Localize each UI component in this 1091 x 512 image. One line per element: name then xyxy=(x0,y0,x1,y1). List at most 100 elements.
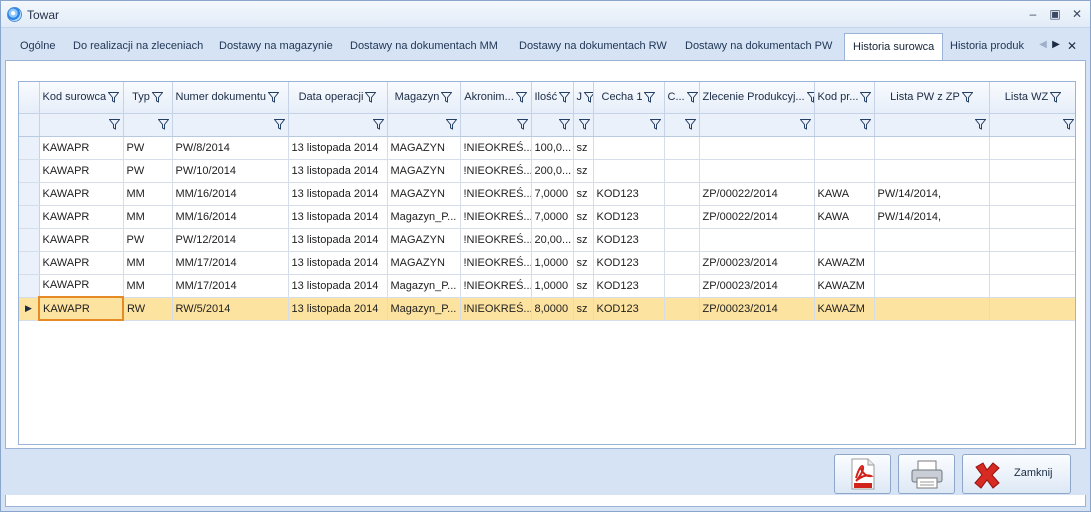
table-row[interactable]: ▶ KAWAPR RW RW/5/2014 13 listopada 2014 Magaz… xyxy=(19,296,1075,321)
cell-lista-wz[interactable] xyxy=(989,136,1075,160)
cell-j[interactable]: sz xyxy=(573,251,594,275)
cell-kod-surowca[interactable]: KAWAPR xyxy=(38,296,124,321)
cell-zlecenie-produkcyj[interactable]: ZP/00023/2014 xyxy=(699,274,815,298)
cell-lista-wz[interactable] xyxy=(989,228,1075,252)
cell-cecha-1[interactable]: KOD123 xyxy=(593,205,665,229)
tab-ogolne[interactable]: Ogólne xyxy=(12,35,63,61)
column-header-lista-wz[interactable]: Lista WZ xyxy=(989,82,1075,114)
cell-kod-surowca[interactable]: KAWAPR xyxy=(39,136,124,160)
filter-funnel-icon[interactable] xyxy=(108,119,120,130)
row-indicator[interactable] xyxy=(19,159,40,183)
filter-cell[interactable] xyxy=(989,113,1075,137)
cell-typ[interactable]: PW xyxy=(123,228,173,252)
filter-funnel-icon[interactable] xyxy=(686,91,698,103)
filter-funnel-icon[interactable] xyxy=(515,91,527,103)
table-row[interactable]: KAWAPR MM MM/16/2014 13 listopada 2014 MAGAZ… xyxy=(19,182,1075,206)
tab-scroll-right-icon[interactable]: ▶ xyxy=(1049,39,1063,50)
cell-lista-pw-z-zp[interactable] xyxy=(874,159,990,183)
column-header-j[interactable]: J xyxy=(573,82,594,114)
cell-zlecenie-produkcyj[interactable]: ZP/00023/2014 xyxy=(699,251,815,275)
cell-lista-wz[interactable] xyxy=(989,159,1075,183)
cell-j[interactable]: sz xyxy=(573,205,594,229)
cell-lista-pw-z-zp[interactable] xyxy=(874,274,990,298)
filter-cell[interactable] xyxy=(699,113,815,137)
filter-funnel-icon[interactable] xyxy=(273,119,285,130)
row-indicator[interactable] xyxy=(19,182,40,206)
filter-funnel-icon[interactable] xyxy=(372,119,384,130)
cell-kod-pr[interactable] xyxy=(814,228,875,252)
filter-cell[interactable] xyxy=(387,113,461,137)
column-header-lista-pw-z-zp[interactable]: Lista PW z ZP xyxy=(874,82,990,114)
cell-magazyn[interactable]: MAGAZYN xyxy=(387,251,461,275)
tab-do-realizacji[interactable]: Do realizacji na zleceniach xyxy=(65,35,211,61)
cell-c[interactable] xyxy=(664,274,700,298)
cell-numer-dokumentu[interactable]: MM/16/2014 xyxy=(172,205,289,229)
table-row[interactable]: KAWAPR PW PW/12/2014 13 listopada 2014 MAGAZ… xyxy=(19,228,1075,252)
row-indicator[interactable] xyxy=(19,251,40,275)
cell-akronim[interactable]: !NIEOKREŚ... xyxy=(460,182,532,206)
filter-funnel-icon[interactable] xyxy=(445,119,457,130)
cell-lista-pw-z-zp[interactable] xyxy=(874,251,990,275)
cell-data-operacji[interactable]: 13 listopada 2014 xyxy=(288,297,388,321)
cell-zlecenie-produkcyj[interactable]: ZP/00023/2014 xyxy=(699,297,815,321)
cell-zlecenie-produkcyj[interactable]: ZP/00022/2014 xyxy=(699,205,815,229)
cell-ilosc[interactable]: 7,0000 xyxy=(531,182,574,206)
cell-typ[interactable]: RW xyxy=(123,297,173,321)
cell-typ[interactable]: MM xyxy=(123,274,173,298)
history-grid[interactable]: Kod surowca Typ Numer dokumentu Data operac… xyxy=(18,81,1076,445)
filter-funnel-icon[interactable] xyxy=(516,119,528,130)
filter-funnel-icon[interactable] xyxy=(558,119,570,130)
cell-j[interactable]: sz xyxy=(573,297,594,321)
cell-magazyn[interactable]: Magazyn_P... xyxy=(387,274,461,298)
cell-numer-dokumentu[interactable]: PW/8/2014 xyxy=(172,136,289,160)
tab-close-icon[interactable]: ✕ xyxy=(1065,39,1079,53)
cell-data-operacji[interactable]: 13 listopada 2014 xyxy=(288,182,388,206)
filter-cell[interactable] xyxy=(874,113,990,137)
filter-funnel-icon[interactable] xyxy=(559,91,571,103)
cell-numer-dokumentu[interactable]: PW/12/2014 xyxy=(172,228,289,252)
cell-akronim[interactable]: !NIEOKREŚ... xyxy=(460,159,532,183)
filter-funnel-icon[interactable] xyxy=(684,119,696,130)
cell-lista-wz[interactable] xyxy=(989,205,1075,229)
cell-ilosc[interactable]: 20,00... xyxy=(531,228,574,252)
cell-c[interactable] xyxy=(664,205,700,229)
cell-magazyn[interactable]: Magazyn_P... xyxy=(387,297,461,321)
tab-dostawy-rw[interactable]: Dostawy na dokumentach RW xyxy=(511,35,675,61)
table-row[interactable]: KAWAPR MM MM/17/2014 13 listopada 2014 Magaz… xyxy=(19,274,1075,298)
tab-dostawy-pw[interactable]: Dostawy na dokumentach PW xyxy=(677,35,840,61)
cell-lista-pw-z-zp[interactable] xyxy=(874,136,990,160)
cell-cecha-1[interactable] xyxy=(593,136,665,160)
filter-cell[interactable] xyxy=(123,113,173,137)
filter-funnel-icon[interactable] xyxy=(365,91,377,103)
cell-j[interactable]: sz xyxy=(573,182,594,206)
cell-zlecenie-produkcyj[interactable] xyxy=(699,159,815,183)
filter-funnel-icon[interactable] xyxy=(151,91,163,103)
filter-funnel-icon[interactable] xyxy=(157,119,169,130)
cell-kod-surowca[interactable]: KAWAPR xyxy=(39,159,124,183)
column-header-cecha-1[interactable]: Cecha 1 xyxy=(593,82,665,114)
cell-kod-pr[interactable]: KAWAZM xyxy=(814,297,875,321)
cell-kod-pr[interactable] xyxy=(814,159,875,183)
filter-cell[interactable] xyxy=(593,113,665,137)
cell-numer-dokumentu[interactable]: RW/5/2014 xyxy=(172,297,289,321)
tab-historia-surowca[interactable]: Historia surowca xyxy=(844,33,944,61)
cell-typ[interactable]: PW xyxy=(123,159,173,183)
close-window-icon[interactable]: ✕ xyxy=(1068,6,1086,22)
cell-magazyn[interactable]: Magazyn_P... xyxy=(387,205,461,229)
cell-cecha-1[interactable] xyxy=(593,159,665,183)
cell-j[interactable]: sz xyxy=(573,159,594,183)
maximize-icon[interactable]: ▣ xyxy=(1046,6,1064,22)
cell-c[interactable] xyxy=(664,136,700,160)
filter-cell[interactable] xyxy=(172,113,289,137)
column-header-zlecenie-produkcyj[interactable]: Zlecenie Produkcyj... xyxy=(699,82,815,114)
column-header-c[interactable]: C... xyxy=(664,82,700,114)
cell-kod-surowca[interactable]: KAWAPR xyxy=(39,251,124,275)
cell-cecha-1[interactable]: KOD123 xyxy=(593,182,665,206)
filter-funnel-icon[interactable] xyxy=(806,91,813,103)
cell-c[interactable] xyxy=(664,251,700,275)
cell-c[interactable] xyxy=(664,182,700,206)
cell-ilosc[interactable]: 1,0000 xyxy=(531,251,574,275)
column-header-kod-pr[interactable]: Kod pr... xyxy=(814,82,875,114)
cell-typ[interactable]: PW xyxy=(123,136,173,160)
filter-cell[interactable] xyxy=(460,113,532,137)
